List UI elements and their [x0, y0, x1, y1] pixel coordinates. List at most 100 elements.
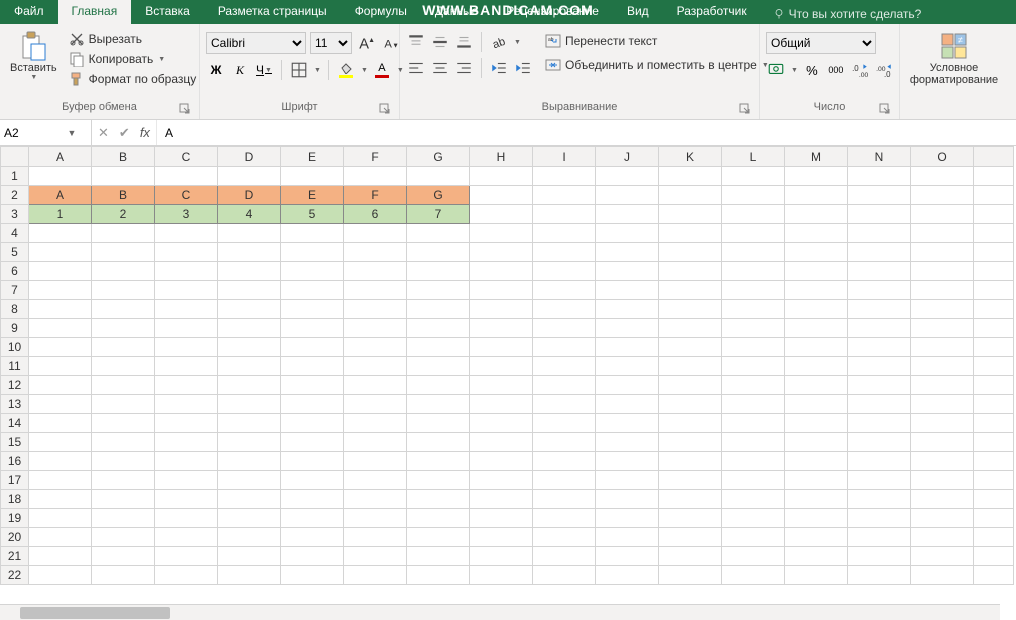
formula-input[interactable] — [157, 120, 1016, 145]
cell[interactable] — [785, 395, 848, 414]
cell[interactable] — [911, 566, 974, 585]
cell[interactable] — [533, 262, 596, 281]
row-header[interactable]: 9 — [1, 319, 29, 338]
cell[interactable] — [911, 338, 974, 357]
cell[interactable] — [29, 452, 92, 471]
column-header[interactable]: H — [470, 147, 533, 167]
cell[interactable] — [785, 414, 848, 433]
cell[interactable] — [281, 262, 344, 281]
cell[interactable] — [155, 300, 218, 319]
cell[interactable] — [218, 357, 281, 376]
cell[interactable] — [344, 433, 407, 452]
cell[interactable] — [533, 509, 596, 528]
cell[interactable] — [344, 414, 407, 433]
cell[interactable] — [533, 376, 596, 395]
cell[interactable] — [470, 167, 533, 186]
cell[interactable] — [470, 433, 533, 452]
cell[interactable] — [596, 471, 659, 490]
tab-вид[interactable]: Вид — [613, 0, 663, 24]
cell[interactable] — [281, 167, 344, 186]
cell[interactable] — [596, 300, 659, 319]
cell[interactable] — [29, 281, 92, 300]
cell[interactable] — [848, 433, 911, 452]
cell[interactable] — [218, 262, 281, 281]
cell[interactable] — [722, 300, 785, 319]
cell[interactable] — [92, 338, 155, 357]
cell[interactable] — [92, 243, 155, 262]
cell[interactable] — [155, 224, 218, 243]
cell[interactable] — [659, 566, 722, 585]
tab-вставка[interactable]: Вставка — [131, 0, 204, 24]
cell[interactable] — [533, 243, 596, 262]
column-header[interactable]: L — [722, 147, 785, 167]
fill-color-button[interactable] — [336, 60, 356, 80]
cell[interactable] — [848, 357, 911, 376]
cut-button[interactable]: Вырезать — [65, 30, 201, 48]
cell[interactable] — [218, 547, 281, 566]
cell[interactable] — [533, 281, 596, 300]
cell[interactable] — [785, 319, 848, 338]
cell[interactable] — [155, 395, 218, 414]
cell[interactable] — [911, 300, 974, 319]
cell[interactable] — [407, 547, 470, 566]
cell[interactable] — [407, 167, 470, 186]
row-header[interactable]: 22 — [1, 566, 29, 585]
row-header[interactable]: 12 — [1, 376, 29, 395]
row-header[interactable]: 8 — [1, 300, 29, 319]
dialog-launcher-icon[interactable] — [179, 103, 191, 115]
cell[interactable] — [155, 262, 218, 281]
cell[interactable] — [92, 395, 155, 414]
cell[interactable]: 1 — [29, 205, 92, 224]
cell[interactable] — [281, 452, 344, 471]
cell[interactable] — [659, 357, 722, 376]
cell[interactable]: D — [218, 186, 281, 205]
row-header[interactable]: 6 — [1, 262, 29, 281]
decrease-indent-button[interactable] — [489, 58, 509, 78]
cell[interactable] — [911, 433, 974, 452]
merge-center-button[interactable]: Объединить и поместить в центре ▼ — [541, 56, 773, 74]
cell[interactable] — [407, 414, 470, 433]
cell[interactable] — [407, 490, 470, 509]
cell[interactable] — [659, 243, 722, 262]
cell[interactable] — [785, 528, 848, 547]
cell[interactable] — [911, 395, 974, 414]
cell[interactable] — [344, 547, 407, 566]
row-header[interactable]: 13 — [1, 395, 29, 414]
cell[interactable] — [785, 547, 848, 566]
cell[interactable]: C — [155, 186, 218, 205]
cell[interactable] — [785, 433, 848, 452]
cell[interactable] — [848, 205, 911, 224]
cell[interactable] — [218, 509, 281, 528]
cell[interactable] — [407, 281, 470, 300]
cell[interactable] — [344, 528, 407, 547]
cell[interactable] — [29, 566, 92, 585]
column-header[interactable]: D — [218, 147, 281, 167]
cell[interactable] — [722, 243, 785, 262]
column-header[interactable]: E — [281, 147, 344, 167]
cell[interactable] — [281, 338, 344, 357]
cell[interactable] — [848, 566, 911, 585]
cell[interactable] — [470, 528, 533, 547]
cell[interactable] — [92, 376, 155, 395]
cell[interactable] — [659, 300, 722, 319]
cell[interactable] — [722, 319, 785, 338]
cell[interactable] — [470, 281, 533, 300]
cell[interactable] — [911, 262, 974, 281]
underline-button[interactable]: Ч▼ — [254, 60, 274, 80]
cell[interactable] — [92, 471, 155, 490]
number-format-select[interactable]: Общий — [766, 32, 876, 54]
cell[interactable] — [596, 376, 659, 395]
cell[interactable] — [911, 186, 974, 205]
cell[interactable] — [470, 243, 533, 262]
cell[interactable] — [722, 376, 785, 395]
cell[interactable] — [848, 319, 911, 338]
increase-decimal-button[interactable]: .0.00 — [850, 60, 870, 80]
cell[interactable] — [533, 452, 596, 471]
accounting-format-button[interactable] — [766, 60, 786, 80]
cell[interactable] — [848, 281, 911, 300]
cell[interactable] — [659, 205, 722, 224]
tab-разметка страницы[interactable]: Разметка страницы — [204, 0, 341, 24]
cell[interactable] — [659, 262, 722, 281]
cell[interactable] — [596, 224, 659, 243]
cell[interactable] — [785, 243, 848, 262]
